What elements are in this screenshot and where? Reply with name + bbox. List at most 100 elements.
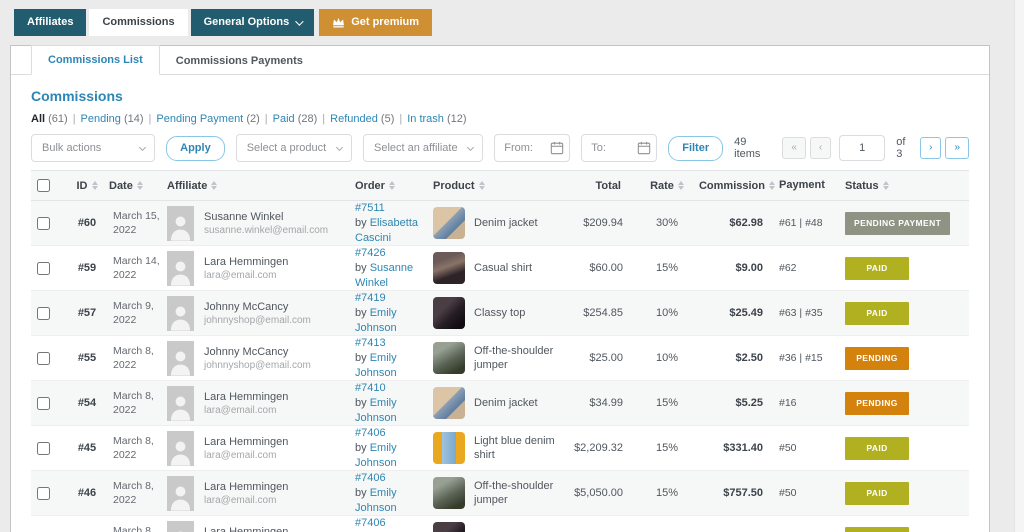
current-page-input[interactable] <box>839 135 885 161</box>
person-icon <box>167 526 194 532</box>
affiliate-email: johnnyshop@email.com <box>204 314 311 327</box>
sort-icon[interactable] <box>769 181 775 190</box>
commission-id: #57 <box>65 307 109 319</box>
calendar-icon <box>637 141 651 155</box>
header-commission[interactable]: Commission <box>699 180 765 192</box>
status-cell: PENDING <box>835 347 969 370</box>
avatar <box>167 206 194 241</box>
table-row: #57 March 9, 2022 Johnny McCancy johnnys… <box>31 291 969 336</box>
header-status[interactable]: Status <box>845 180 879 192</box>
affiliate-name: Lara Hemmingen <box>204 390 288 404</box>
order-by-label: by <box>355 442 367 454</box>
sort-icon[interactable] <box>92 181 98 190</box>
order-by-label: by <box>355 307 367 319</box>
avatar <box>167 431 194 466</box>
row-checkbox[interactable] <box>37 352 50 365</box>
prev-page-button[interactable]: ‹ <box>810 137 831 159</box>
tab-commissions-list[interactable]: Commissions List <box>31 45 160 75</box>
sort-icon[interactable] <box>389 181 395 190</box>
header-order[interactable]: Order <box>355 180 385 192</box>
filter-button[interactable]: Filter <box>668 136 723 161</box>
commission-id: #55 <box>65 352 109 364</box>
order-link[interactable]: #7406 <box>355 517 386 529</box>
sort-icon[interactable] <box>678 181 684 190</box>
order-link[interactable]: #7410 <box>355 382 386 394</box>
row-checkbox[interactable] <box>37 487 50 500</box>
order-by-label: by <box>355 262 367 274</box>
header-affiliate[interactable]: Affiliate <box>167 180 207 192</box>
header-id[interactable]: ID <box>77 180 88 192</box>
affiliate-select[interactable]: Select an affiliate <box>363 134 483 162</box>
tab-commissions[interactable]: Commissions <box>89 9 187 36</box>
sort-icon[interactable] <box>211 181 217 190</box>
status-filter-link[interactable]: Paid <box>273 113 295 125</box>
page-title: Commissions <box>31 88 969 104</box>
first-page-button[interactable]: « <box>782 137 806 159</box>
bulk-actions-select[interactable]: Bulk actions <box>31 134 155 162</box>
next-page-button[interactable]: › <box>920 137 941 159</box>
date-to-wrapper <box>581 134 657 162</box>
status-filter-link[interactable]: Refunded <box>330 113 378 125</box>
product-thumbnail <box>433 387 465 419</box>
row-checkbox[interactable] <box>37 217 50 230</box>
commission-amount: $331.40 <box>699 442 779 454</box>
crown-icon <box>332 17 345 28</box>
header-payment: Payment <box>779 179 825 191</box>
status-filter-link[interactable]: Pending Payment <box>156 113 243 125</box>
person-icon <box>167 436 194 466</box>
row-checkbox[interactable] <box>37 442 50 455</box>
get-premium-button[interactable]: Get premium <box>319 9 432 36</box>
commission-id: #45 <box>65 442 109 454</box>
status-badge: PAID <box>845 527 909 532</box>
affiliate-name: Susanne Winkel <box>204 210 328 224</box>
commission-date: March 8, 2022 <box>109 479 167 507</box>
sort-icon[interactable] <box>137 181 143 190</box>
product-cell: Light blue denim shirt <box>433 432 563 464</box>
table-row: #60 March 15, 2022 Susanne Winkel susann… <box>31 201 969 246</box>
product-select[interactable]: Select a product <box>236 134 352 162</box>
sort-icon[interactable] <box>479 181 485 190</box>
commission-date: March 8, 2022 <box>109 524 167 532</box>
order-link[interactable]: #7406 <box>355 472 386 484</box>
order-link[interactable]: #7426 <box>355 247 386 259</box>
row-checkbox[interactable] <box>37 397 50 410</box>
browser-scrollbar[interactable] <box>1014 0 1024 532</box>
header-rate[interactable]: Rate <box>650 180 674 192</box>
person-icon <box>167 256 194 286</box>
apply-button[interactable]: Apply <box>166 136 225 161</box>
tab-affiliates[interactable]: Affiliates <box>14 9 86 36</box>
date-from-wrapper <box>494 134 570 162</box>
row-checkbox[interactable] <box>37 307 50 320</box>
chevron-down-icon <box>295 17 303 25</box>
order-total: $34.99 <box>563 397 635 409</box>
header-product[interactable]: Product <box>433 180 475 192</box>
order-link[interactable]: #7511 <box>355 202 385 214</box>
tab-general-options[interactable]: General Options <box>191 9 315 36</box>
order-link[interactable]: #7413 <box>355 337 386 349</box>
order-cell: #7426 by Susanne Winkel <box>355 246 433 291</box>
order-link[interactable]: #7419 <box>355 292 386 304</box>
tab-commissions-payments[interactable]: Commissions Payments <box>160 47 319 75</box>
last-page-button[interactable]: » <box>945 137 969 159</box>
commission-date: March 15, 2022 <box>109 209 167 237</box>
chevron-down-icon <box>139 144 146 151</box>
order-cell: #7413 by Emily Johnson <box>355 336 433 381</box>
select-all-checkbox[interactable] <box>37 179 50 192</box>
row-checkbox[interactable] <box>37 262 50 275</box>
order-link[interactable]: #7406 <box>355 427 386 439</box>
status-filter-link[interactable]: All <box>31 113 45 125</box>
sort-icon[interactable] <box>883 181 889 190</box>
status-filter-item: Pending Payment (2) <box>156 113 259 125</box>
status-filter-link[interactable]: Pending <box>81 113 121 125</box>
pagination: 49 items « ‹ of 3 › » <box>734 135 969 161</box>
status-filter-count: (28) <box>298 113 318 125</box>
commission-rate: 10% <box>635 352 699 364</box>
status-cell: PAID <box>835 437 969 460</box>
table-header-row: ID Date Affiliate Order Product Total Ra… <box>31 170 969 201</box>
get-premium-label: Get premium <box>351 17 419 28</box>
header-date[interactable]: Date <box>109 180 133 192</box>
status-filter-link[interactable]: In trash <box>407 113 444 125</box>
product-name: Denim jacket <box>474 396 538 410</box>
affiliate-name: Lara Hemmingen <box>204 435 288 449</box>
total-pages-label: of 3 <box>896 136 913 160</box>
